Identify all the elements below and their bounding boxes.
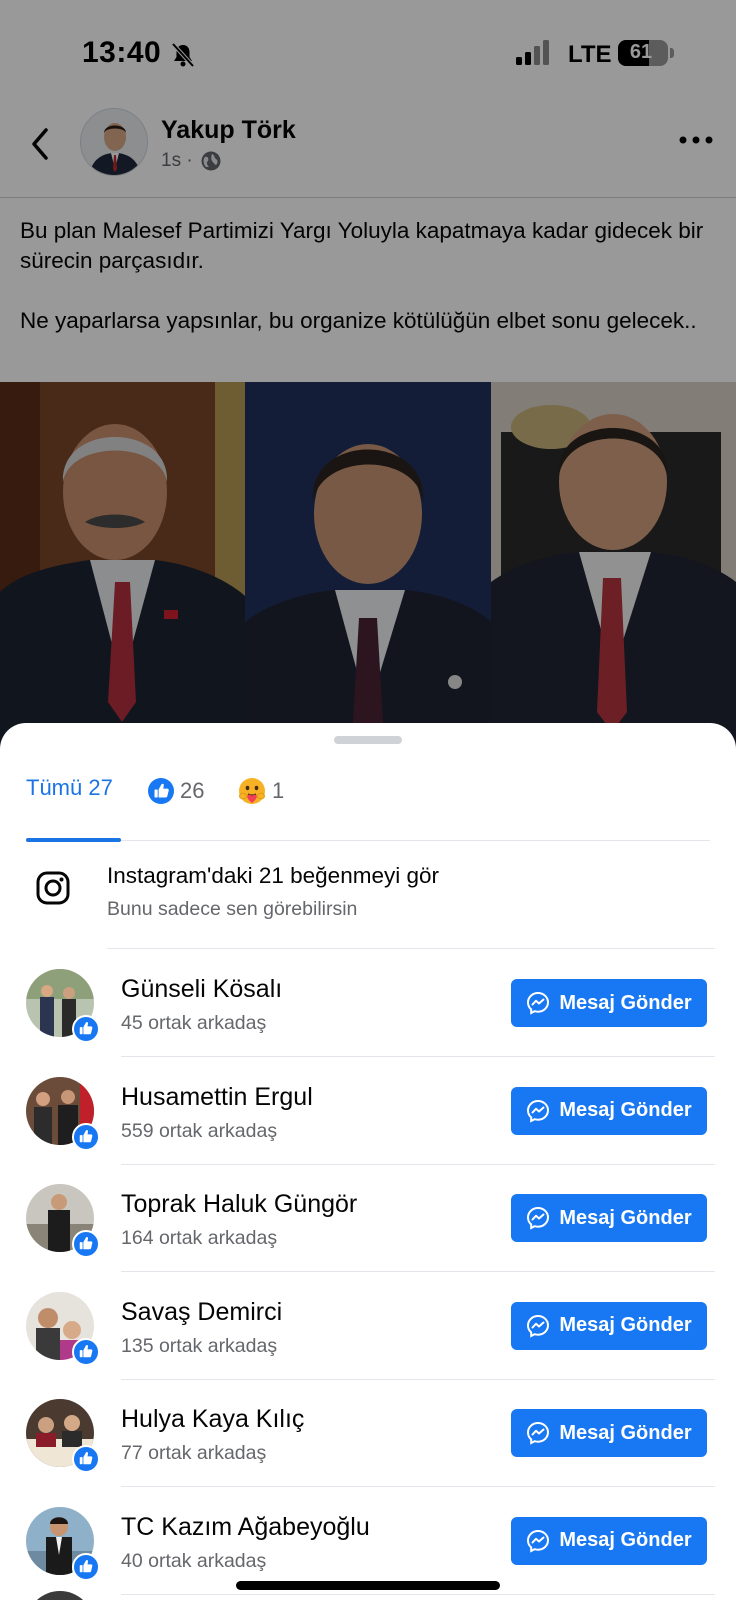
like-badge-icon — [72, 1445, 100, 1473]
send-message-button[interactable]: Mesaj Gönder — [511, 1194, 707, 1242]
list-item[interactable]: Savaş Demirci 135 ortak arkadaş Mesaj Gö… — [0, 1272, 736, 1380]
list-item[interactable]: Hulya Kaya Kılıç 77 ortak arkadaş Mesaj … — [0, 1379, 736, 1487]
messenger-icon — [527, 991, 550, 1015]
tab-care-reactions[interactable]: 1 — [238, 771, 284, 811]
person-name[interactable]: Günseli Kösalı — [121, 975, 282, 1004]
person-name[interactable]: Toprak Haluk Güngör — [121, 1190, 357, 1219]
person-name[interactable]: TC Kazım Ağabeyoğlu — [121, 1513, 370, 1542]
messenger-icon — [527, 1206, 550, 1230]
instagram-likes-title: Instagram'daki 21 beğenmeyi gör — [107, 863, 439, 888]
reaction-tabs: Tümü 27 26 1 — [26, 759, 710, 842]
instagram-likes-row[interactable]: Instagram'daki 21 beğenmeyi gör Bunu sad… — [0, 841, 736, 949]
messenger-icon — [527, 1099, 550, 1123]
mutual-friends: 559 ortak arkadaş — [121, 1119, 278, 1142]
send-message-label: Mesaj Gönder — [559, 991, 692, 1014]
send-message-button[interactable]: Mesaj Gönder — [511, 1516, 707, 1565]
care-reaction-icon — [239, 778, 265, 804]
mutual-friends: 45 ortak arkadaş — [121, 1012, 267, 1034]
send-message-label: Mesaj Gönder — [559, 1099, 692, 1121]
list-item[interactable]: TC Kazım Ağabeyoğlu 40 ortak arkadaş Mes… — [0, 1487, 736, 1595]
sheet-grabber[interactable] — [334, 736, 402, 744]
send-message-button[interactable]: Mesaj Gönder — [511, 1086, 707, 1135]
send-message-button[interactable]: Mesaj Gönder — [511, 1301, 707, 1350]
mutual-friends: 77 ortak arkadaş — [121, 1442, 267, 1464]
list-item[interactable]: Husamettin Ergul 559 ortak arkadaş Mesaj… — [0, 1057, 736, 1165]
messenger-icon — [527, 1314, 550, 1338]
send-message-label: Mesaj Gönder — [559, 1529, 692, 1551]
send-message-label: Mesaj Gönder — [559, 1206, 692, 1229]
divider — [121, 1593, 715, 1595]
person-name[interactable]: Hulya Kaya Kılıç — [121, 1405, 304, 1434]
mutual-friends: 135 ortak arkadaş — [121, 1334, 278, 1357]
messenger-icon — [527, 1421, 550, 1445]
like-badge-icon — [72, 1552, 100, 1581]
like-count: 26 — [180, 778, 205, 803]
like-badge-icon — [72, 1337, 100, 1366]
home-indicator[interactable] — [236, 1581, 500, 1590]
list-item[interactable]: Toprak Haluk Güngör 164 ortak arkadaş Me… — [0, 1164, 736, 1272]
instagram-likes-subtitle: Bunu sadece sen görebilirsin — [107, 898, 358, 920]
messenger-icon — [527, 1529, 550, 1553]
post-background: 13:40 LTE 61 Yakup Törk 1s · Bu plan Mal… — [0, 0, 736, 760]
like-badge-icon — [72, 1122, 100, 1151]
sheet-scrim-overlay[interactable] — [0, 0, 736, 760]
care-count: 1 — [272, 778, 285, 803]
send-message-label: Mesaj Gönder — [559, 1314, 692, 1336]
reactors-list: Günseli Kösalı 45 ortak arkadaş Mesaj Gö… — [0, 949, 736, 1595]
list-item[interactable]: Günseli Kösalı 45 ortak arkadaş Mesaj Gö… — [0, 949, 736, 1057]
person-name[interactable]: Husamettin Ergul — [121, 1083, 313, 1112]
person-name[interactable]: Savaş Demirci — [121, 1298, 282, 1327]
send-message-button[interactable]: Mesaj Gönder — [511, 979, 707, 1027]
mutual-friends: 40 ortak arkadaş — [121, 1549, 267, 1572]
mutual-friends: 164 ortak arkadaş — [121, 1227, 278, 1249]
send-message-button[interactable]: Mesaj Gönder — [511, 1409, 707, 1457]
instagram-icon — [36, 871, 70, 905]
like-reaction-icon — [148, 778, 174, 804]
like-badge-icon — [72, 1230, 100, 1258]
tab-all-reactions[interactable]: Tümü 27 — [26, 775, 120, 818]
tab-like-reactions[interactable]: 26 — [148, 771, 204, 811]
reactions-sheet: Tümü 27 26 1 Instagram'daki 21 beğenmeyi… — [0, 723, 736, 1600]
like-badge-icon — [72, 1015, 100, 1043]
send-message-label: Mesaj Gönder — [559, 1421, 692, 1444]
